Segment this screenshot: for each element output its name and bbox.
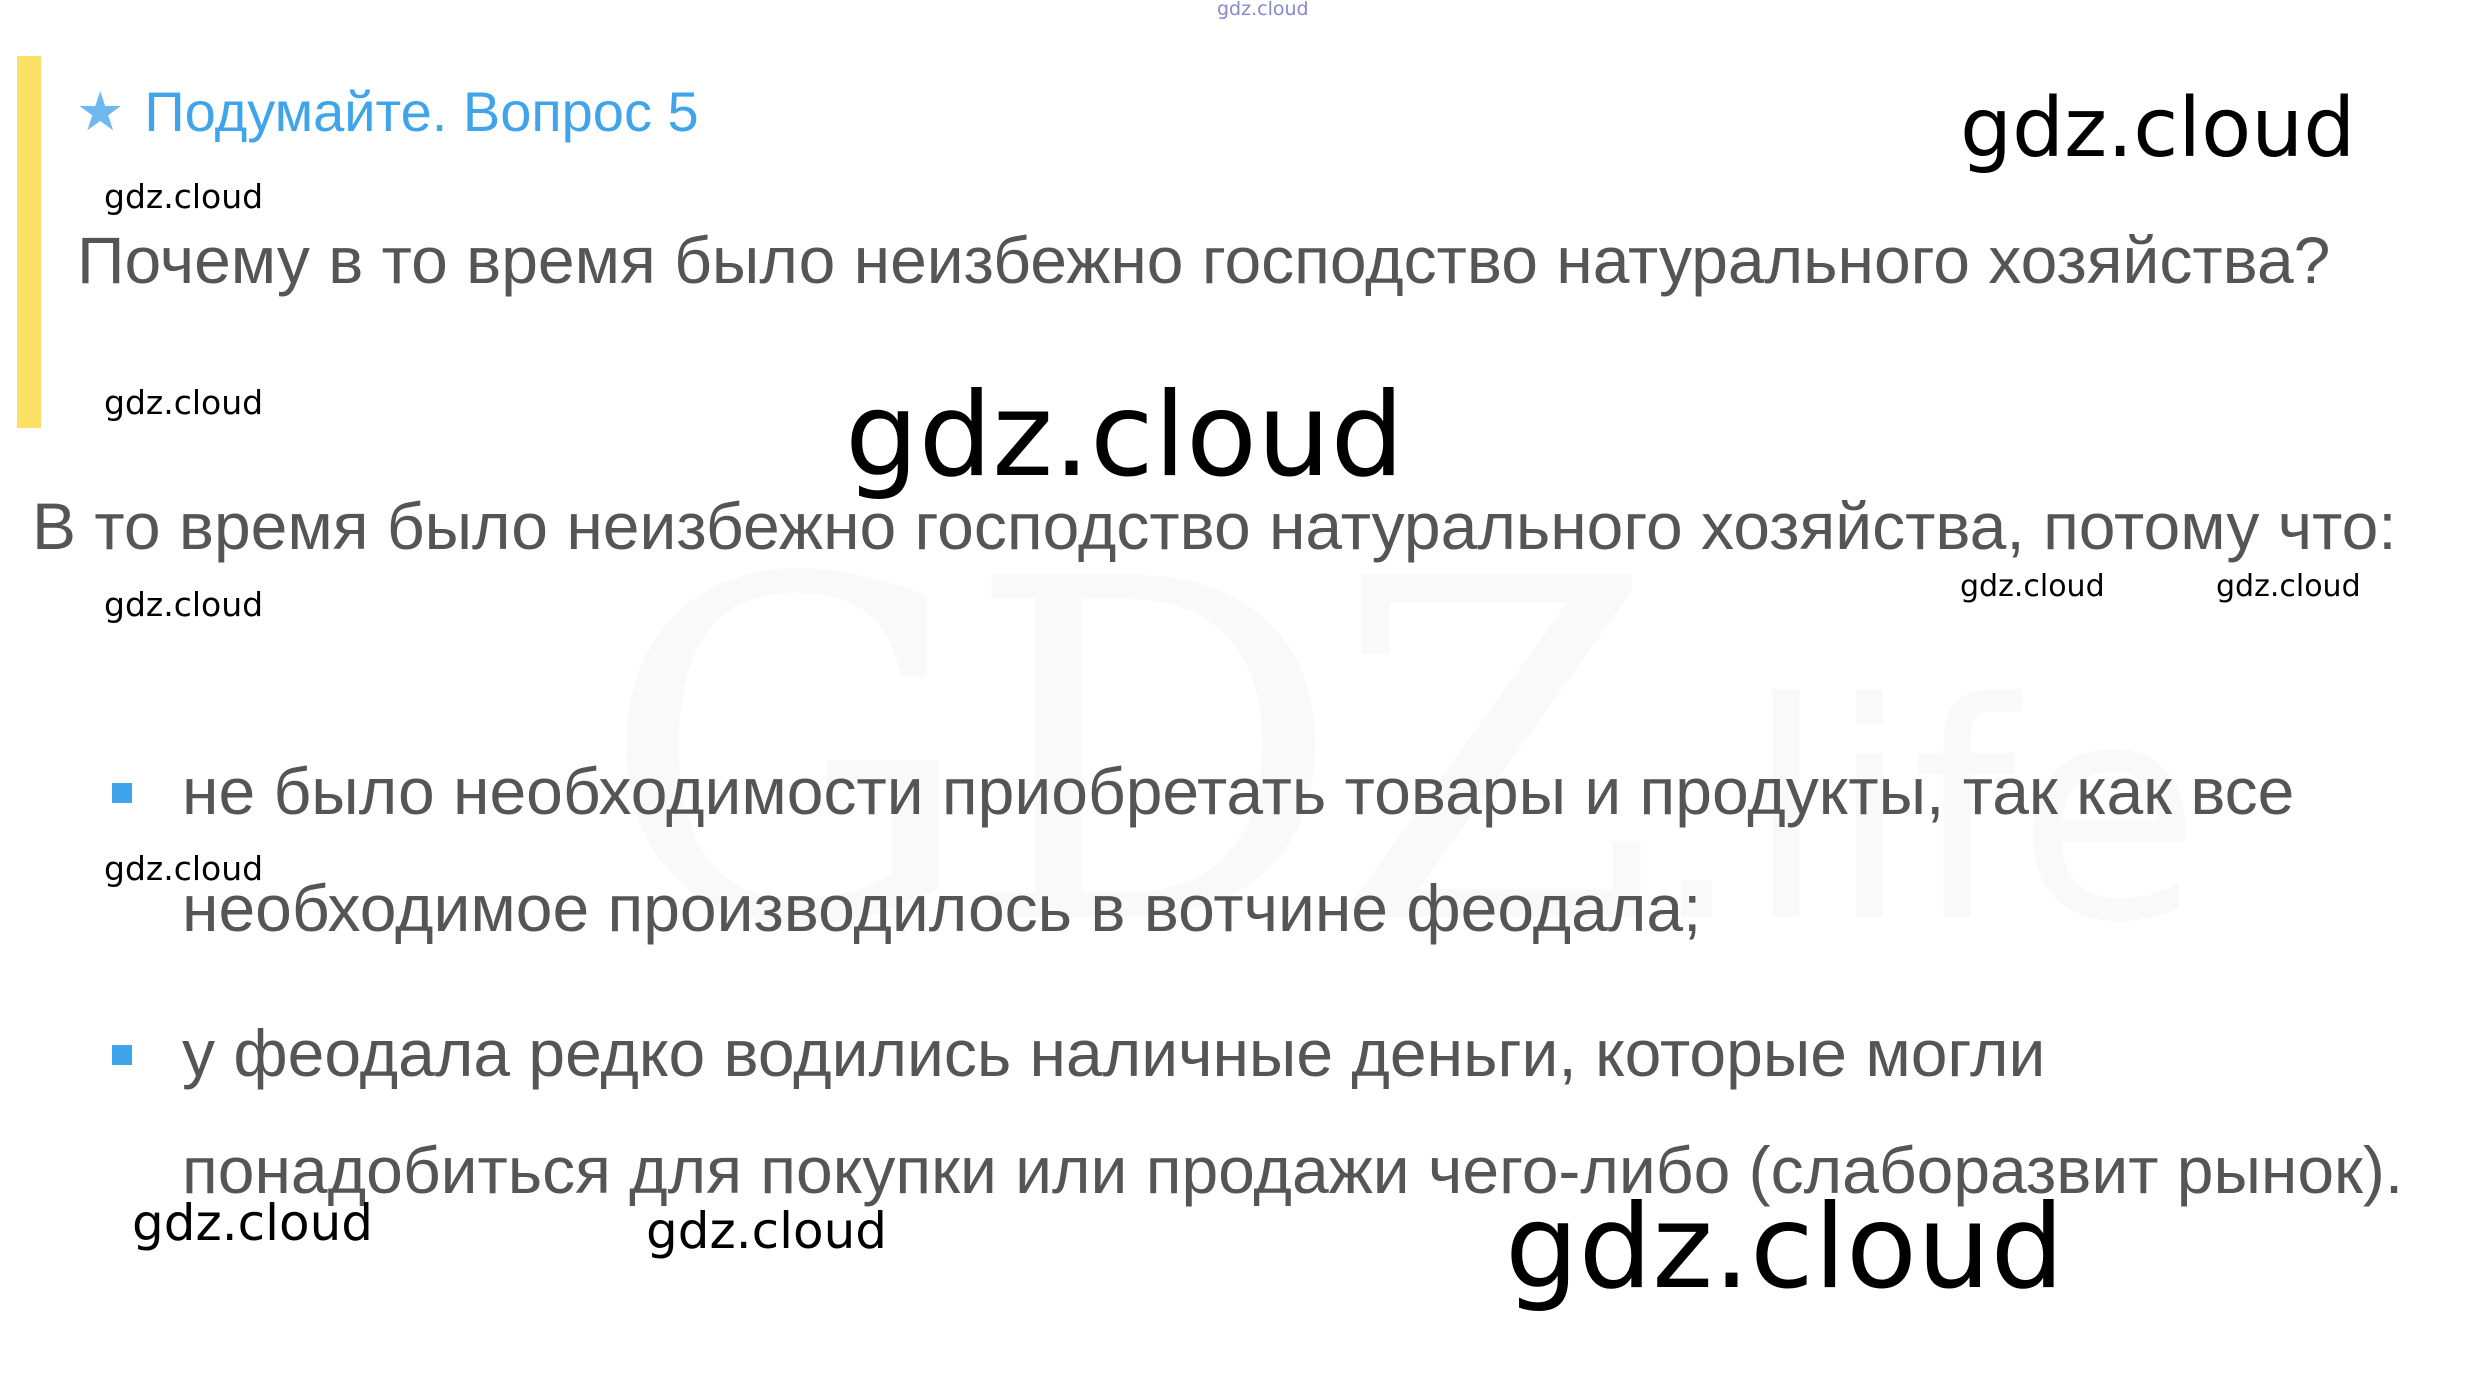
watermark-text: gdz.cloud	[104, 383, 264, 422]
watermark-text: gdz.cloud	[1960, 81, 2356, 176]
watermark-text: gdz.cloud	[1505, 1180, 2065, 1315]
question-title: Подумайте. Вопрос 5	[144, 80, 699, 143]
list-item: у феодала редко водились наличные деньги…	[110, 995, 2430, 1229]
answer-list: не было необходимости приобретать товары…	[110, 733, 2430, 1257]
list-item: не было необходимости приобретать товары…	[110, 733, 2430, 967]
watermark-text: gdz.cloud	[104, 177, 264, 216]
watermark-text: gdz.cloud	[1960, 569, 2105, 604]
watermark-text: gdz.cloud	[104, 585, 264, 624]
list-item-text: у феодала редко водились наличные деньги…	[182, 1016, 2404, 1207]
star-icon: ★	[76, 80, 125, 143]
bullet-square-icon	[112, 783, 132, 803]
question-text: Почему в то время было неизбежно господс…	[77, 223, 2331, 297]
question-accent-bar	[17, 56, 41, 428]
top-watermark: gdz.cloud	[1217, 0, 1309, 20]
watermark-text: gdz.cloud	[104, 849, 264, 888]
bullet-square-icon	[112, 1045, 132, 1065]
watermark-text: gdz.cloud	[2216, 569, 2361, 604]
watermark-text: gdz.cloud	[646, 1202, 888, 1260]
question-header: ★ Подумайте. Вопрос 5	[76, 84, 699, 140]
list-item-text: не было необходимости приобретать товары…	[182, 754, 2295, 945]
watermark-text: gdz.cloud	[845, 368, 1405, 503]
watermark-text: gdz.cloud	[132, 1194, 374, 1252]
